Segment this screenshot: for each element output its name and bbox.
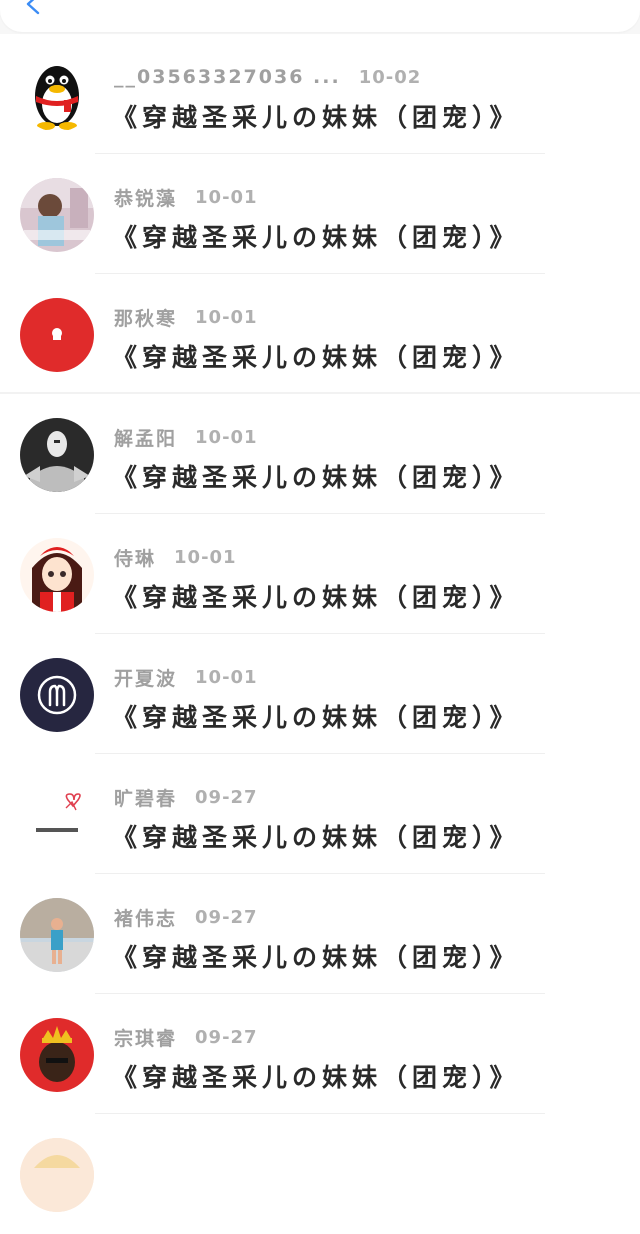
search-bar-shell[interactable] bbox=[0, 0, 640, 32]
avatar[interactable] bbox=[20, 298, 94, 372]
comment-date: 09-27 bbox=[195, 906, 258, 928]
comment-date: 10-01 bbox=[195, 306, 258, 328]
list-item[interactable]: __03563327036 ... 10-02 《穿越圣采儿の妹妹（团宠）》 bbox=[0, 34, 640, 154]
crown-portrait-icon bbox=[20, 1018, 94, 1092]
aries-icon bbox=[20, 658, 94, 732]
list-item[interactable]: 开夏波 10-01 《穿越圣采儿の妹妹（团宠）》 bbox=[0, 634, 640, 754]
avatar[interactable] bbox=[20, 538, 94, 612]
commenter-name[interactable]: __03563327036 ... bbox=[114, 66, 341, 88]
comment-date: 10-01 bbox=[195, 186, 258, 208]
commenter-name[interactable]: 宗琪睿 bbox=[114, 1024, 177, 1051]
list-item[interactable]: 那秋寒 10-01 《穿越圣采儿の妹妹（团宠）》 bbox=[0, 274, 640, 394]
bw-photo-icon bbox=[20, 418, 94, 492]
doodle-avatar-icon bbox=[20, 778, 94, 852]
top-bar bbox=[0, 0, 640, 34]
anime-avatar-icon bbox=[20, 538, 94, 612]
list-item[interactable]: 褚伟志 09-27 《穿越圣采儿の妹妹（团宠）》 bbox=[0, 874, 640, 994]
comment-date: 09-27 bbox=[195, 786, 258, 808]
comment-text: 《穿越圣采儿の妹妹（团宠）》 bbox=[112, 463, 520, 492]
photo-avatar-icon bbox=[20, 178, 94, 252]
avatar[interactable] bbox=[20, 418, 94, 492]
commenter-name[interactable]: 开夏波 bbox=[114, 664, 177, 691]
comment-text: 《穿越圣采儿の妹妹（团宠）》 bbox=[112, 343, 520, 372]
comment-date: 09-27 bbox=[195, 1026, 258, 1048]
avatar[interactable] bbox=[20, 658, 94, 732]
comment-text: 《穿越圣采儿の妹妹（团宠）》 bbox=[112, 823, 520, 852]
avatar[interactable] bbox=[20, 1138, 94, 1212]
avatar[interactable] bbox=[20, 178, 94, 252]
comment-date: 10-01 bbox=[195, 666, 258, 688]
comment-text: 《穿越圣采儿の妹妹（团宠）》 bbox=[112, 583, 520, 612]
avatar-partial-icon bbox=[20, 1138, 94, 1212]
list-item-partial[interactable] bbox=[0, 1114, 640, 1234]
list-item[interactable]: 侍琳 10-01 《穿越圣采儿の妹妹（团宠）》 bbox=[0, 514, 640, 634]
commenter-name[interactable]: 恭锐藻 bbox=[114, 184, 177, 211]
comment-date: 10-02 bbox=[358, 66, 422, 88]
commenter-name[interactable]: 褚伟志 bbox=[114, 904, 177, 931]
chevron-left-icon[interactable] bbox=[22, 0, 46, 16]
comment-text: 《穿越圣采儿の妹妹（团宠）》 bbox=[112, 1063, 520, 1092]
list-item[interactable]: 旷碧春 09-27 《穿越圣采儿の妹妹（团宠）》 bbox=[0, 754, 640, 874]
avatar[interactable] bbox=[20, 778, 94, 852]
comment-text: 《穿越圣采儿の妹妹（团宠）》 bbox=[112, 223, 520, 252]
qq-penguin-icon bbox=[35, 66, 79, 130]
street-photo-icon bbox=[20, 898, 94, 972]
comment-text: 《穿越圣采儿の妹妹（团宠）》 bbox=[112, 703, 520, 732]
comment-list: __03563327036 ... 10-02 《穿越圣采儿の妹妹（团宠）》 恭… bbox=[0, 34, 640, 1234]
avatar[interactable] bbox=[20, 58, 94, 132]
comment-date: 10-01 bbox=[195, 426, 258, 448]
list-item[interactable]: 解孟阳 10-01 《穿越圣采儿の妹妹（团宠）》 bbox=[0, 394, 640, 514]
avatar[interactable] bbox=[20, 1018, 94, 1092]
comment-date: 10-01 bbox=[174, 546, 237, 568]
commenter-name[interactable]: 解孟阳 bbox=[114, 424, 177, 451]
commenter-name[interactable]: 侍琳 bbox=[114, 544, 156, 571]
list-item[interactable]: 宗琪睿 09-27 《穿越圣采儿の妹妹（团宠）》 bbox=[0, 994, 640, 1114]
commenter-name[interactable]: 那秋寒 bbox=[114, 304, 177, 331]
commenter-name[interactable]: 旷碧春 bbox=[114, 784, 177, 811]
comment-text: 《穿越圣采儿の妹妹（团宠）》 bbox=[112, 103, 520, 132]
avatar[interactable] bbox=[20, 898, 94, 972]
red-logo-icon bbox=[20, 298, 94, 372]
list-item[interactable]: 恭锐藻 10-01 《穿越圣采儿の妹妹（团宠）》 bbox=[0, 154, 640, 274]
comment-text: 《穿越圣采儿の妹妹（团宠）》 bbox=[112, 943, 520, 972]
